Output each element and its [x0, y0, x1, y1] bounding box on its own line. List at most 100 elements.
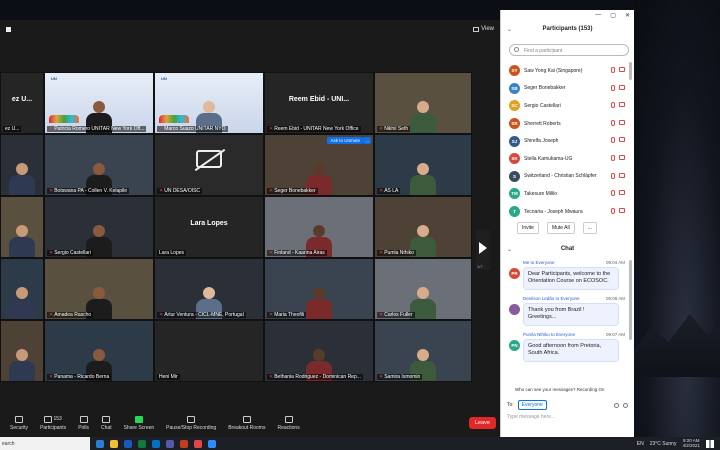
participant-video [410, 163, 436, 195]
chat-button[interactable]: Chat [101, 415, 112, 431]
file-explorer-icon[interactable] [110, 439, 118, 448]
participant-row[interactable]: SK Stella Kamukama-UG [501, 150, 629, 168]
word-icon[interactable] [124, 439, 132, 448]
file-icon[interactable] [614, 402, 619, 408]
share-button[interactable]: Share Screen [124, 415, 154, 431]
edge-icon[interactable] [96, 439, 104, 448]
ask-to-unmute-button[interactable]: Ask to Unmute [327, 137, 363, 144]
windows-start-icon[interactable] [706, 439, 714, 448]
reactions-button[interactable]: Reactions [277, 415, 300, 431]
zoom-icon[interactable] [208, 439, 216, 448]
tile-name: Nikhil Seth [384, 126, 409, 132]
video-tile[interactable]: Reem Ebid - UNI... ✕Reem Ebid - UNITAR Ne… [264, 72, 374, 134]
avatar: SC [509, 100, 520, 112]
video-tile[interactable]: ✕Amadea Rascho [44, 258, 154, 320]
record-button[interactable]: Pause/Stop Recording [166, 415, 217, 431]
person-body [9, 175, 35, 195]
participants-label: Participants [40, 424, 67, 431]
video-tile[interactable]: UN ✕Patricia Romero UNITAR New York Off..… [44, 72, 154, 134]
video-tile[interactable]: ✕Maria Theofili [264, 258, 374, 320]
outlook-icon[interactable] [152, 439, 160, 448]
minimize-icon[interactable]: — [595, 12, 601, 19]
message-visibility-note[interactable]: Who can see your messages? Recording On [515, 387, 605, 392]
avatar: T [509, 206, 520, 218]
person-head [313, 163, 325, 175]
participants-button[interactable]: 153 Participants [40, 415, 67, 431]
participant-row[interactable]: SY Saw Yong Kai (Singapore) [501, 62, 629, 80]
breakout-button[interactable]: Breakout Rooms [228, 415, 265, 431]
powerpoint-icon[interactable] [180, 439, 188, 448]
video-tile[interactable]: ✕Panama - Ricardo Berna [44, 320, 154, 382]
invite-button[interactable]: Invite [517, 222, 539, 234]
video-tile[interactable]: Ask to Unmute... ✕Seger Bonebakker [264, 134, 374, 196]
weather-widget[interactable]: 23°C Sunny [650, 441, 677, 447]
video-tile[interactable]: Heni Mir [154, 320, 264, 382]
participant-video [9, 349, 35, 381]
video-tile[interactable] [0, 320, 44, 382]
chat-scrollbar[interactable] [629, 260, 632, 340]
video-tile[interactable]: ✕Artur Ventura - CICL-MNE, Portugal [154, 258, 264, 320]
tile-name-label: ✕Finland - Kaarina Airas [267, 250, 327, 256]
gallery-grid: ez U... ez U... UN ✕Patricia Romero UNITAR … [0, 72, 488, 382]
video-tile[interactable]: ✕Nikhil Seth [374, 72, 472, 134]
tile-more-button[interactable]: ... [363, 137, 371, 144]
tile-name: Heni Mir [159, 374, 178, 380]
participant-row[interactable]: SC Sergio Castellari [501, 97, 629, 115]
participant-row[interactable]: SB Seger Bonebakker [501, 80, 629, 98]
video-tile[interactable]: Lara Lopes Lara Lopes [154, 196, 264, 258]
find-participant-input[interactable]: Find a participant [509, 44, 629, 56]
chat-message: Denilson Ledão to Everyone 09:08 AM Thank … [501, 296, 629, 326]
excel-icon[interactable] [138, 439, 146, 448]
teams-icon[interactable] [166, 439, 174, 448]
participant-row[interactable]: SR Sherrett Roberts [501, 115, 629, 133]
record-label: Pause/Stop Recording [166, 424, 217, 431]
participants-icon-row: 153 [44, 415, 62, 423]
taskbar-search[interactable]: earch [0, 437, 90, 450]
more-options-button[interactable]: ... [582, 222, 597, 234]
more-icon[interactable] [623, 402, 628, 408]
video-tile[interactable] [0, 258, 44, 320]
participant-row[interactable]: T Tecnaria - Joseph Mwaura [501, 203, 629, 221]
maximize-icon[interactable]: ▢ [610, 12, 616, 19]
mute-all-button[interactable]: Mute All [546, 222, 575, 234]
video-tile[interactable]: ✕Finland - Kaarina Airas [264, 196, 374, 258]
video-tile[interactable]: ✕Carlos Fuller [374, 258, 472, 320]
view-button[interactable]: View [473, 26, 494, 32]
avatar: S [509, 170, 520, 182]
person-head [93, 225, 105, 237]
video-tile[interactable]: UN ✕Marco Suazo UNITAR NYO [154, 72, 264, 134]
close-icon[interactable]: ✕ [625, 12, 630, 19]
video-off-icon [619, 137, 625, 143]
polls-button[interactable]: Polls [78, 415, 89, 431]
participant-status [611, 190, 625, 197]
clock[interactable]: 9:20 AM 4/2/2021 [682, 438, 700, 449]
video-tile[interactable]: ✕Sergio Castellari [44, 196, 154, 258]
leave-button[interactable]: Leave [469, 417, 496, 429]
participants-scrollbar[interactable] [629, 62, 632, 80]
clock-date: 4/2/2021 [682, 442, 700, 448]
video-tile[interactable]: ✕UN DESA/OISC [154, 134, 264, 196]
security-button[interactable]: Security [10, 415, 28, 431]
language-indicator[interactable]: EN [637, 441, 644, 447]
chrome-icon[interactable] [194, 439, 202, 448]
participant-row[interactable]: TM Takesure Mililo [501, 185, 629, 203]
next-page-button[interactable]: 1/7 [476, 230, 490, 270]
video-tile[interactable]: ✕AS LA [374, 134, 472, 196]
recipient-select[interactable]: Everyone [517, 400, 547, 410]
video-tile[interactable]: ✕Pumla Nthiko [374, 196, 472, 258]
video-tile[interactable]: ✕Botswana PA - Collen V. Kelapile [44, 134, 154, 196]
tile-name: Panama - Ricardo Berna [54, 374, 110, 380]
video-tile[interactable] [0, 196, 44, 258]
message-time: 09:04 AM [605, 260, 625, 265]
video-tile[interactable] [0, 134, 44, 196]
video-tile[interactable]: ez U... ez U... [0, 72, 44, 134]
participant-row[interactable]: S Switzerland - Christian Schläpfer [501, 168, 629, 186]
mic-muted-icon: ✕ [269, 312, 274, 318]
participant-row[interactable]: SJ Shirelfa Joseph [501, 132, 629, 150]
mic-muted-icon [611, 137, 615, 144]
video-tile[interactable]: ✕Samira Ismomin [374, 320, 472, 382]
message-input[interactable]: Type message here... [507, 414, 555, 420]
recipient-row: To: Everyone [507, 400, 628, 410]
meeting-info-icon[interactable] [6, 26, 11, 32]
video-tile[interactable]: ✕Bethania Rodriguez - Dominican Rep... [264, 320, 374, 382]
